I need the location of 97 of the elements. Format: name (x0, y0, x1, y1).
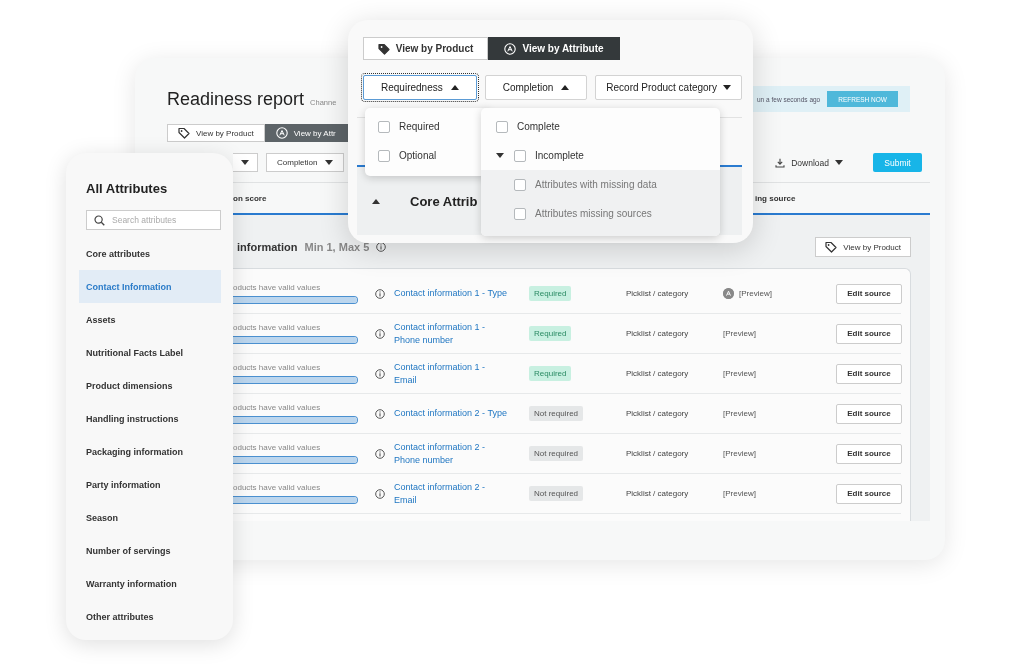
caret-icon (835, 160, 843, 165)
attribute-link[interactable]: Contact information 2 - Email (394, 481, 509, 506)
requirement-badge: Not required (529, 486, 584, 501)
group-title: information (237, 241, 298, 253)
option-label: Required (399, 121, 440, 132)
checkbox[interactable] (496, 120, 508, 133)
info-icon (375, 488, 385, 499)
edit-source-button[interactable]: Edit source (836, 483, 902, 504)
search-field[interactable]: Search attributes (86, 210, 221, 230)
sidebar-item[interactable]: Season (79, 501, 221, 534)
info-icon (375, 448, 385, 459)
attribute-type: Picklist / category (626, 369, 690, 378)
preview-text: [Preview] (723, 409, 756, 418)
sidebar-item[interactable]: Party information (79, 468, 221, 501)
attribute-link[interactable]: Contact information 1 - Phone number (394, 321, 509, 346)
view-tab[interactable]: View by Attribute (488, 37, 620, 60)
attribute-link[interactable]: Contact information 2 - Type (394, 407, 509, 420)
panel-title: All Attributes (86, 181, 169, 197)
checkbox[interactable] (514, 207, 526, 220)
menu-option[interactable]: Attributes missing sources (481, 199, 720, 228)
view-tab[interactable]: View by Product (363, 37, 488, 60)
requirement-badge: Required (529, 286, 572, 301)
sidebar-item[interactable]: Packaging information (79, 435, 221, 468)
checkbox[interactable] (514, 178, 526, 191)
attribute-link[interactable]: Contact information 2 - Phone number (394, 441, 509, 466)
progress-caption: oducts have valid values (233, 323, 322, 332)
filter-dropdown[interactable] (233, 153, 258, 172)
progress-caption: oducts have valid values (233, 363, 322, 372)
info-icon (375, 408, 385, 419)
attribute-icon (504, 42, 517, 55)
attribute-type: Picklist / category (626, 449, 690, 458)
info-icon (375, 328, 385, 339)
progress-caption: oducts have valid values (233, 443, 322, 452)
group-limits: Min 1, Max 5 (304, 241, 370, 253)
requirement-badge: Required (529, 326, 572, 341)
search-icon (94, 214, 105, 226)
menu-option[interactable]: Complete (481, 112, 720, 141)
download-icon (775, 157, 786, 168)
edit-source-button[interactable]: Edit source (836, 403, 902, 424)
preview-text: [Preview] (723, 489, 756, 498)
option-label: Incomplete (535, 150, 584, 161)
progress-caption: oducts have valid values (233, 483, 322, 492)
attribute-type: Picklist / category (626, 289, 690, 298)
download-button[interactable]: Download (775, 157, 843, 168)
edit-source-button[interactable]: Edit source (836, 443, 902, 464)
column-header: on score (233, 193, 267, 203)
preview-text: [Preview] (723, 329, 756, 338)
column-header: ing source (755, 193, 796, 203)
attribute-type: Picklist / category (626, 409, 690, 418)
sidebar-item[interactable]: Nutritional Facts Label (79, 336, 221, 369)
info-icon (375, 368, 385, 379)
view-tab[interactable]: View by Product (167, 124, 265, 142)
sidebar-item[interactable]: Core attributes (79, 237, 221, 270)
requirement-badge: Required (529, 366, 572, 381)
sidebar-item[interactable]: Warranty information (79, 567, 221, 600)
report-title: Readiness report (167, 88, 305, 110)
attribute-type: Picklist / category (626, 329, 690, 338)
filter-dropdown[interactable]: Record Product category (595, 75, 742, 100)
preview-text: [Preview] (739, 289, 772, 298)
edit-source-button[interactable]: Edit source (836, 283, 902, 304)
checkbox[interactable] (378, 120, 390, 133)
option-label: Optional (399, 150, 437, 161)
sidebar-item[interactable]: Handling instructions (79, 402, 221, 435)
info-icon (375, 288, 385, 299)
sidebar-item[interactable]: Contact Information (79, 270, 221, 303)
checkbox[interactable] (514, 149, 526, 162)
preview-text: [Preview] (723, 449, 756, 458)
requirement-badge: Not required (529, 446, 584, 461)
sidebar-item[interactable]: Assets (79, 303, 221, 336)
option-label: Complete (517, 121, 560, 132)
progress-caption: oducts have valid values (233, 283, 322, 292)
attribute-link[interactable]: Contact information 1 - Type (394, 287, 509, 300)
menu-option[interactable]: Incomplete (481, 141, 720, 170)
edit-source-button[interactable]: Edit source (836, 363, 902, 384)
tag-icon (178, 127, 190, 139)
tag-icon (377, 42, 390, 55)
attribute-icon (275, 127, 288, 139)
sidebar-item[interactable]: Product dimensions (79, 369, 221, 402)
requirement-badge: Not required (529, 406, 584, 421)
option-label: Attributes missing sources (535, 208, 652, 219)
view-by-product-button[interactable]: View by Product (815, 237, 911, 257)
menu-option[interactable]: Attributes with missing data (481, 170, 720, 199)
sidebar-item[interactable]: Number of servings (79, 534, 221, 567)
filter-dropdown[interactable]: Requiredness (363, 75, 477, 100)
filter-dropdown[interactable]: Completion (484, 75, 588, 100)
info-icon (376, 242, 387, 252)
tag-icon (825, 241, 838, 253)
preview-text: [Preview] (723, 369, 756, 378)
option-label: Attributes with missing data (535, 179, 657, 190)
sidebar-item[interactable]: Other attributes (79, 600, 221, 633)
attribute-type: Picklist / category (626, 489, 690, 498)
edit-source-button[interactable]: Edit source (836, 323, 902, 344)
checkbox[interactable] (378, 149, 390, 162)
filter-dropdown[interactable]: Completion (266, 153, 345, 172)
attribute-link[interactable]: Contact information 1 - Email (394, 361, 509, 386)
progress-caption: oducts have valid values (233, 403, 322, 412)
section-title: Core Attrib (410, 193, 478, 209)
